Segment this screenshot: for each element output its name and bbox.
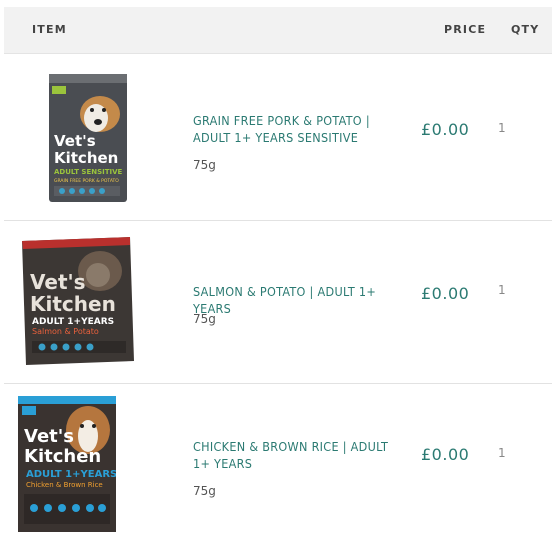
image-variant: ADULT 1+YEARS [32,317,114,327]
product-name-link[interactable]: SALMON & POTATO | ADULT 1+ YEARS [193,283,403,317]
product-name-link[interactable]: GRAIN FREE PORK & POTATO | ADULT 1+ YEAR… [193,112,403,146]
cart-table: ITEM PRICE QTY Vet's Kitchen ADULT SENSI… [0,0,552,540]
image-brand-2: Kitchen [24,446,101,467]
table-row: Vet's Kitchen ADULT 1+YEARS Chicken & Br… [4,384,552,540]
image-brand-1: Vet's [24,426,74,447]
product-qty: 1 [498,446,506,460]
image-brand-2: Kitchen [30,292,116,316]
table-header: ITEM PRICE QTY [4,7,552,54]
product-size: 75g [193,312,216,326]
product-price: £0.00 [421,445,470,464]
image-brand-2: Kitchen [54,149,118,167]
image-recipe: Chicken & Brown Rice [26,481,103,489]
product-size: 75g [193,484,216,498]
product-image[interactable]: Vet's Kitchen ADULT 1+YEARS Salmon & Pot… [18,235,136,369]
image-variant: ADULT SENSITIVE [54,168,123,176]
product-qty: 1 [498,283,506,297]
image-brand-1: Vet's [30,270,86,294]
product-image[interactable]: Vet's Kitchen ADULT SENSITIVE GRAIN FREE… [48,72,128,204]
product-image[interactable]: Vet's Kitchen ADULT 1+YEARS Chicken & Br… [18,396,116,532]
image-variant: ADULT 1+YEARS [26,469,116,480]
product-price: £0.00 [421,284,470,303]
product-name-link[interactable]: CHICKEN & BROWN RICE | ADULT 1+ YEARS [193,438,403,472]
table-row: Vet's Kitchen ADULT 1+YEARS Salmon & Pot… [4,221,552,384]
image-brand-1: Vet's [54,132,96,150]
image-recipe: GRAIN FREE PORK & POTATO [54,178,119,184]
header-item: ITEM [32,23,67,36]
header-price: PRICE [444,23,487,36]
product-qty: 1 [498,121,506,135]
image-recipe: Salmon & Potato [32,327,99,336]
product-size: 75g [193,158,216,172]
header-qty: QTY [511,23,540,36]
table-row: Vet's Kitchen ADULT SENSITIVE GRAIN FREE… [4,54,552,221]
product-price: £0.00 [421,120,470,139]
